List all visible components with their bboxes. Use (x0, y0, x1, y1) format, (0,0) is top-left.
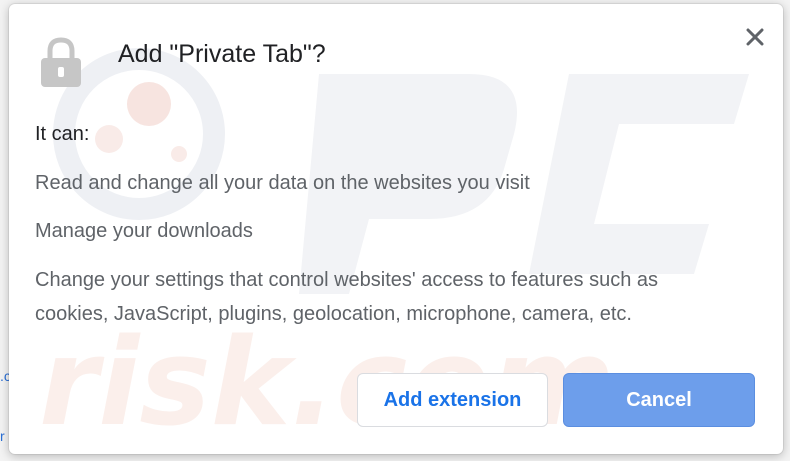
permission-item: Manage your downloads (35, 220, 253, 242)
lock-icon (41, 37, 81, 87)
close-icon[interactable] (742, 24, 768, 50)
extension-install-dialog: risk.com Add "Private Tab"? It can: Read… (9, 4, 783, 454)
background-fragment: r (0, 428, 5, 444)
permissions-intro: It can: (35, 123, 90, 145)
permission-item: Read and change all your data on the web… (35, 172, 530, 194)
permission-item: Change your settings that control websit… (35, 269, 659, 291)
dialog-title: Add "Private Tab"? (118, 40, 326, 68)
cancel-button[interactable]: Cancel (563, 373, 755, 427)
add-extension-button[interactable]: Add extension (357, 373, 548, 427)
permission-item-continued: cookies, JavaScript, plugins, geolocatio… (35, 303, 632, 325)
